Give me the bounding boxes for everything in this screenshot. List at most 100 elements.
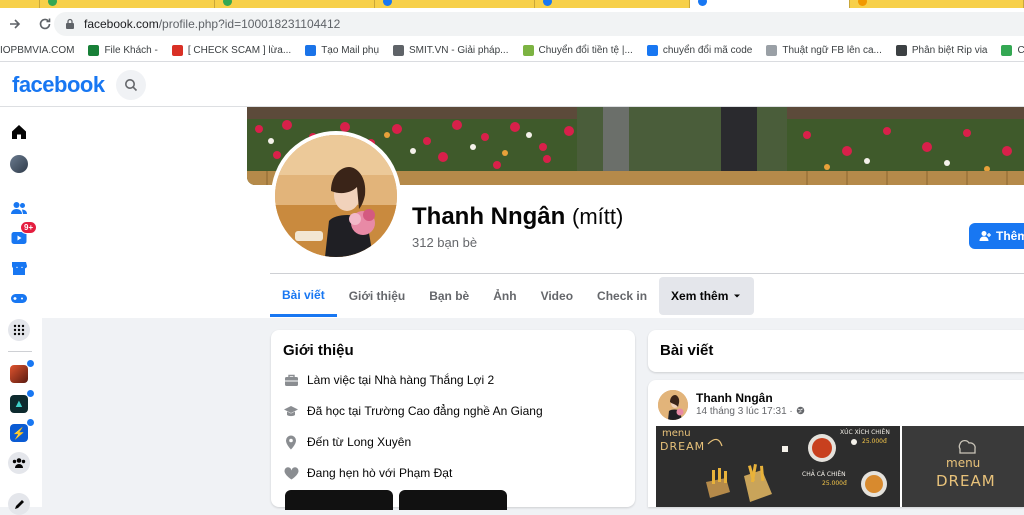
intro-card: Giới thiệu Làm việc tại Nhà hàng Thắng L… xyxy=(271,330,635,510)
nav-shortcut-messenger[interactable]: ⚡ xyxy=(8,419,34,444)
bookmark-item[interactable]: [ CHECK SCAM ] lừa... xyxy=(171,45,292,56)
nav-profile[interactable] xyxy=(8,153,30,175)
rip-icon xyxy=(895,45,907,56)
tab-more[interactable]: Xem thêm xyxy=(659,277,755,315)
intro-title: Giới thiệu xyxy=(283,342,354,359)
profile-nickname: (mítt) xyxy=(572,204,624,229)
sheets-icon xyxy=(88,45,100,56)
bookmark-item[interactable]: Tạo Mail phụ xyxy=(305,45,379,56)
bookmark-item[interactable]: IOPBMVIA.COM xyxy=(0,45,74,56)
nav-gaming[interactable] xyxy=(8,287,30,309)
profile-header: Thanh Nngân (mítt) 312 bạn bè Thêm Bài v… xyxy=(42,107,1024,318)
bookmark-label: Cách nuôi Via BM xyxy=(1017,45,1024,56)
friend-count[interactable]: 312 bạn bè xyxy=(412,235,477,250)
bookmark-item[interactable]: Phân biệt Rip via xyxy=(895,45,988,56)
bookmark-label: [ CHECK SCAM ] lừa... xyxy=(187,45,292,56)
bookmark-item[interactable]: chuyển đổi mã code xyxy=(646,45,752,56)
browser-tab-active[interactable] xyxy=(690,0,850,8)
browser-tab[interactable] xyxy=(850,0,1024,8)
nav-edit[interactable] xyxy=(8,493,30,515)
nav-friends[interactable] xyxy=(8,197,30,219)
xuc-xich-label: XÚC XÍCH CHIÊN xyxy=(840,429,890,436)
add-friend-label: Thêm xyxy=(996,229,1024,243)
bookmark-item[interactable]: Cách nuôi Via BM xyxy=(1001,45,1024,56)
browser-tab[interactable] xyxy=(215,0,375,8)
nav-shortcut-app[interactable]: ▲ xyxy=(8,390,34,415)
bookmark-label: Tạo Mail phụ xyxy=(321,45,380,56)
intro-work-prefix: Làm việc tại xyxy=(307,373,372,387)
bookmark-item[interactable]: Thuật ngữ FB lên ca... xyxy=(766,45,882,56)
intro-hometown-value[interactable]: Long Xuyên xyxy=(347,435,411,449)
forward-button[interactable] xyxy=(0,8,30,40)
search-button[interactable] xyxy=(116,70,146,100)
tab-friends[interactable]: Bạn bè xyxy=(417,275,481,317)
featured-photo[interactable] xyxy=(285,490,393,510)
bookmark-label: Phân biệt Rip via xyxy=(911,45,988,56)
posts-title: Bài viết xyxy=(660,342,714,359)
browser-tab-strip[interactable] xyxy=(0,0,1024,8)
site-info-icon[interactable] xyxy=(64,18,76,30)
facebook-logo[interactable]: facebook xyxy=(12,72,105,98)
arrow-right-icon xyxy=(10,19,21,29)
tab-videos[interactable]: Video xyxy=(529,275,585,317)
tab-favicon-icon xyxy=(543,0,552,6)
friends-icon xyxy=(11,202,27,214)
url-host: facebook.com xyxy=(84,17,159,31)
post-author-name[interactable]: Thanh Nngân xyxy=(696,391,773,405)
post-images: menu DREAM XÚC XÍCH CHIÊN 25.000đ CHẢ CÁ… xyxy=(656,426,1024,507)
bookmark-item[interactable]: SMIT.VN - Giải pháp... xyxy=(393,45,509,56)
bookmarks-bar: IOPBMVIA.COM File Khách - [ CHECK SCAM ] l… xyxy=(0,40,1024,62)
post-image-menu[interactable]: menu DREAM XÚC XÍCH CHIÊN 25.000đ CHẢ CÁ… xyxy=(656,426,900,507)
tab-about[interactable]: Giới thiệu xyxy=(337,275,418,317)
globe-icon xyxy=(796,406,804,415)
intro-hometown-prefix: Đến từ xyxy=(307,435,344,449)
post-timestamp[interactable]: 14 tháng 3 lúc 17:31 · xyxy=(696,406,805,417)
unread-dot xyxy=(27,360,34,367)
browser-tab[interactable] xyxy=(0,0,40,8)
nav-divider xyxy=(8,351,32,352)
nav-shortcut-groups[interactable] xyxy=(8,452,30,474)
briefcase-icon xyxy=(283,372,299,388)
intro-hometown: Đến từ Long Xuyên xyxy=(283,434,411,450)
avatar xyxy=(10,155,28,173)
intro-education-value[interactable]: Trường Cao đẳng nghề An Giang xyxy=(364,404,542,418)
nav-shortcut-game[interactable] xyxy=(8,360,34,385)
cha-ca-label: CHẢ CÁ CHIÊN xyxy=(802,471,846,478)
post-author-avatar[interactable] xyxy=(658,390,688,420)
menu-script-text: menu xyxy=(662,428,691,439)
profile-tabs: Bài viết Giới thiệu Bạn bè Ảnh Video Che… xyxy=(270,275,755,317)
heart-icon xyxy=(283,465,299,481)
post-card: Thanh Nngân 14 tháng 3 lúc 17:31 · menu … xyxy=(648,380,1024,507)
graduation-cap-icon xyxy=(283,403,299,419)
mail-icon xyxy=(305,45,317,56)
nav-home[interactable] xyxy=(8,121,30,143)
bookmark-item[interactable]: Chuyển đổi tiền tệ |... xyxy=(522,45,633,56)
profile-name-text: Thanh Nngân xyxy=(412,203,566,230)
address-bar[interactable]: facebook.com/profile.php?id=100018231104… xyxy=(54,12,1024,36)
post-time-text: 14 tháng 3 lúc 17:31 · xyxy=(696,406,793,417)
smit-icon xyxy=(393,45,405,56)
profile-name: Thanh Nngân (mítt) xyxy=(412,203,623,231)
intro-relationship-value[interactable]: Phạm Đạt xyxy=(399,466,452,480)
nav-marketplace[interactable] xyxy=(8,257,30,279)
tab-photos[interactable]: Ảnh xyxy=(481,275,528,317)
bookmark-item[interactable]: File Khách - xyxy=(88,45,158,56)
post-image-logo[interactable]: menu DREAM xyxy=(902,426,1024,507)
add-friend-button[interactable]: Thêm xyxy=(969,223,1024,249)
grid-menu-icon xyxy=(13,324,25,336)
gamepad-icon xyxy=(11,294,27,303)
nav-menu[interactable] xyxy=(8,319,30,341)
facebook-icon xyxy=(646,45,658,56)
pencil-icon xyxy=(14,499,24,509)
tab-checkins[interactable]: Check in xyxy=(585,275,659,317)
browser-tab[interactable] xyxy=(535,0,690,8)
nav-watch[interactable]: 9+ xyxy=(8,221,38,249)
dream-logo-text: DREAM xyxy=(936,472,996,490)
browser-tab[interactable] xyxy=(40,0,215,8)
intro-relationship: Đang hẹn hò với Phạm Đạt xyxy=(283,465,452,481)
intro-work-value[interactable]: Nhà hàng Thắng Lợi 2 xyxy=(374,373,494,387)
tab-posts[interactable]: Bài viết xyxy=(270,275,337,317)
browser-tab[interactable] xyxy=(375,0,535,8)
featured-photo[interactable] xyxy=(399,490,507,510)
profile-avatar[interactable] xyxy=(271,131,401,261)
